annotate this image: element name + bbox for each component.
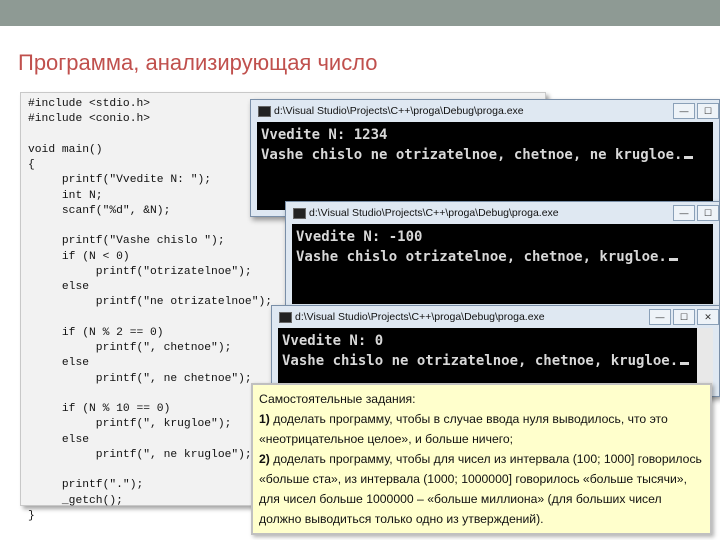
code-line: printf(", ne krugloe");: [28, 448, 252, 461]
console-line: Vashe chislo ne otrizatelnoe, chetnoe, k…: [282, 353, 679, 369]
task-number: 2): [259, 452, 270, 466]
slide-title: Программа, анализирующая число: [18, 50, 378, 75]
console-app-icon: [293, 208, 306, 219]
code-line: printf(", ne chetnoe");: [28, 372, 252, 385]
code-line: void main(): [28, 143, 103, 156]
tasks-heading: Самостоятельные задания:: [259, 392, 416, 406]
code-line: else: [28, 281, 90, 293]
console-title-bar[interactable]: d:\Visual Studio\Projects\C++\proga\Debu…: [251, 100, 719, 122]
maximize-button[interactable]: ☐: [673, 309, 695, 325]
console-line: Vashe chislo ne otrizatelnoe, chetnoe, n…: [261, 147, 683, 163]
console-output: Vvedite N: -100 Vashe chislo otrizatelno…: [292, 224, 713, 304]
task-number: 1): [259, 412, 270, 426]
task-item-2: 2) доделать программу, чтобы для чисел и…: [259, 449, 704, 529]
console-app-icon: [258, 106, 271, 117]
code-line: }: [28, 509, 35, 522]
code-line: scanf("%d", &N);: [28, 204, 171, 217]
console-line: Vashe chislo otrizatelnoe, chetnoe, krug…: [296, 249, 667, 265]
code-line: else: [28, 357, 90, 370]
minimize-button[interactable]: —: [649, 309, 671, 325]
code-line: _getch();: [28, 494, 123, 507]
code-line: printf("Vashe chislo ");: [28, 235, 225, 248]
console-line: Vvedite N: 1234: [261, 127, 388, 143]
maximize-button[interactable]: ☐: [697, 103, 719, 119]
text-cursor: [680, 362, 690, 365]
console-line: Vvedite N: -100: [296, 229, 423, 245]
code-line: if (N < 0): [28, 250, 130, 263]
console-output: Vvedite N: 0 Vashe chislo ne otrizatelno…: [278, 328, 713, 390]
minimize-button[interactable]: —: [673, 103, 695, 119]
code-line: {: [28, 159, 35, 171]
task-text: доделать программу, чтобы в случае ввода…: [259, 412, 668, 446]
text-cursor: [684, 156, 694, 159]
code-line: printf("ne otrizatelnoe");: [28, 296, 273, 309]
console-window-path: d:\Visual Studio\Projects\C++\proga\Debu…: [274, 105, 524, 117]
code-line: printf("Vvedite N: ");: [28, 174, 212, 187]
code-line: if (N % 2 == 0): [28, 326, 164, 339]
code-line: printf(".");: [28, 479, 144, 492]
console-window-1[interactable]: d:\Visual Studio\Projects\C++\proga\Debu…: [250, 99, 720, 217]
code-line: int N;: [28, 189, 103, 202]
slide-top-bar: [0, 0, 720, 26]
code-line: if (N % 10 == 0): [28, 403, 171, 415]
close-button[interactable]: ✕: [697, 309, 719, 325]
task-item-1: 1) доделать программу, чтобы в случае вв…: [259, 409, 704, 449]
code-line: #include <stdio.h>: [28, 98, 151, 110]
console-window-path: d:\Visual Studio\Projects\C++\proga\Debu…: [309, 207, 559, 219]
task-text: доделать программу, чтобы для чисел из и…: [259, 452, 702, 526]
text-cursor: [668, 258, 678, 261]
console-scrollbar[interactable]: [697, 328, 713, 390]
code-line: printf(", chetnoe");: [28, 342, 232, 354]
code-line: printf(", krugloe");: [28, 418, 232, 431]
console-title-bar[interactable]: d:\Visual Studio\Projects\C++\proga\Debu…: [272, 306, 719, 328]
console-line: Vvedite N: 0: [282, 333, 384, 349]
console-window-path: d:\Visual Studio\Projects\C++\proga\Debu…: [295, 311, 545, 323]
maximize-button[interactable]: ☐: [697, 205, 719, 221]
console-window-2[interactable]: d:\Visual Studio\Projects\C++\proga\Debu…: [285, 201, 720, 311]
console-app-icon: [279, 312, 292, 323]
console-output: Vvedite N: 1234 Vashe chislo ne otrizate…: [257, 122, 713, 210]
code-line: printf("otrizatelnoe");: [28, 265, 252, 278]
tasks-box: Самостоятельные задания: 1) доделать про…: [251, 383, 712, 535]
code-line: else: [28, 433, 90, 446]
console-title-bar[interactable]: d:\Visual Studio\Projects\C++\proga\Debu…: [286, 202, 719, 224]
code-line: #include <conio.h>: [28, 113, 151, 126]
minimize-button[interactable]: —: [673, 205, 695, 221]
